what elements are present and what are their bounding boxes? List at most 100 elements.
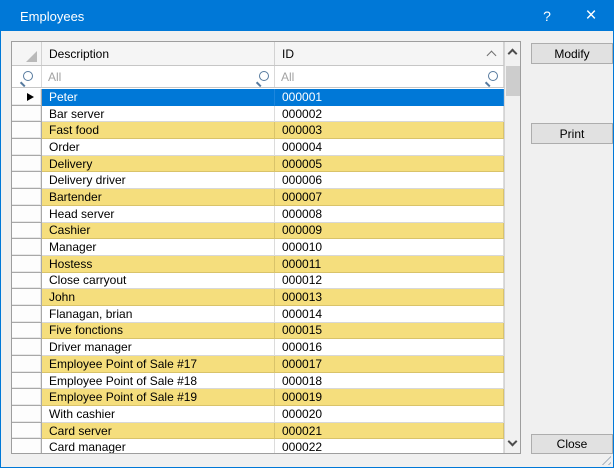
id-cell[interactable]: 000018 bbox=[275, 373, 504, 390]
scroll-down-icon[interactable] bbox=[508, 437, 518, 447]
table-row[interactable]: Order 000004 bbox=[12, 139, 504, 156]
table-row[interactable]: Cashier 000009 bbox=[12, 223, 504, 240]
row-selector[interactable] bbox=[12, 106, 42, 123]
description-cell[interactable]: Flanagan, brian bbox=[42, 306, 275, 323]
id-cell[interactable]: 000005 bbox=[275, 156, 504, 173]
table-row[interactable]: Driver manager 000016 bbox=[12, 339, 504, 356]
table-row[interactable]: Hostess 000011 bbox=[12, 256, 504, 273]
row-selector[interactable] bbox=[12, 156, 42, 173]
description-cell[interactable]: Delivery bbox=[42, 156, 275, 173]
description-cell[interactable]: Employee Point of Sale #17 bbox=[42, 356, 275, 373]
description-cell[interactable]: Five fonctions bbox=[42, 323, 275, 340]
row-selector[interactable] bbox=[12, 389, 42, 406]
row-selector[interactable] bbox=[12, 189, 42, 206]
table-row[interactable]: Delivery driver 000006 bbox=[12, 172, 504, 189]
close-button[interactable]: Close bbox=[531, 434, 613, 454]
id-cell[interactable]: 000001 bbox=[275, 89, 504, 106]
scrollbar-thumb[interactable] bbox=[506, 66, 520, 96]
description-cell[interactable]: Fast food bbox=[42, 122, 275, 139]
description-cell[interactable]: Card server bbox=[42, 423, 275, 440]
description-filter-input[interactable]: All bbox=[42, 66, 275, 87]
select-all-corner[interactable] bbox=[12, 42, 42, 65]
description-cell[interactable]: Order bbox=[42, 139, 275, 156]
table-row[interactable]: Bar server 000002 bbox=[12, 106, 504, 123]
id-cell[interactable]: 000010 bbox=[275, 239, 504, 256]
help-button[interactable]: ? bbox=[525, 1, 569, 31]
description-cell[interactable]: Driver manager bbox=[42, 339, 275, 356]
description-cell[interactable]: Close carryout bbox=[42, 273, 275, 290]
id-cell[interactable]: 000022 bbox=[275, 439, 504, 453]
id-cell[interactable]: 000021 bbox=[275, 423, 504, 440]
description-cell[interactable]: Bartender bbox=[42, 189, 275, 206]
table-row[interactable]: Fast food 000003 bbox=[12, 122, 504, 139]
description-cell[interactable]: Employee Point of Sale #19 bbox=[42, 389, 275, 406]
id-cell[interactable]: 000015 bbox=[275, 323, 504, 340]
id-cell[interactable]: 000016 bbox=[275, 339, 504, 356]
id-cell[interactable]: 000013 bbox=[275, 289, 504, 306]
row-selector[interactable] bbox=[12, 256, 42, 273]
row-selector[interactable] bbox=[12, 339, 42, 356]
row-selector[interactable] bbox=[12, 223, 42, 240]
row-selector[interactable] bbox=[12, 89, 42, 106]
row-selector[interactable] bbox=[12, 239, 42, 256]
description-cell[interactable]: Delivery driver bbox=[42, 172, 275, 189]
filter-selector-cell[interactable] bbox=[12, 66, 42, 87]
description-cell[interactable]: Head server bbox=[42, 206, 275, 223]
row-selector[interactable] bbox=[12, 356, 42, 373]
description-cell[interactable]: Hostess bbox=[42, 256, 275, 273]
row-selector[interactable] bbox=[12, 306, 42, 323]
table-row[interactable]: Bartender 000007 bbox=[12, 189, 504, 206]
description-cell[interactable]: With cashier bbox=[42, 406, 275, 423]
id-filter-input[interactable]: All bbox=[275, 66, 504, 87]
id-cell[interactable]: 000009 bbox=[275, 223, 504, 240]
row-selector[interactable] bbox=[12, 373, 42, 390]
row-selector[interactable] bbox=[12, 423, 42, 440]
description-cell[interactable]: Employee Point of Sale #18 bbox=[42, 373, 275, 390]
id-cell[interactable]: 000011 bbox=[275, 256, 504, 273]
id-cell[interactable]: 000007 bbox=[275, 189, 504, 206]
table-row[interactable]: Five fonctions 000015 bbox=[12, 323, 504, 340]
row-selector[interactable] bbox=[12, 139, 42, 156]
scroll-up-icon[interactable] bbox=[508, 49, 518, 59]
table-row[interactable]: Card server 000021 bbox=[12, 423, 504, 440]
row-selector[interactable] bbox=[12, 273, 42, 290]
table-row[interactable]: With cashier 000020 bbox=[12, 406, 504, 423]
table-row[interactable]: Flanagan, brian 000014 bbox=[12, 306, 504, 323]
window-close-button[interactable]: × bbox=[569, 1, 613, 31]
modify-button[interactable]: Modify bbox=[531, 43, 613, 64]
row-selector[interactable] bbox=[12, 439, 42, 453]
table-row[interactable]: Employee Point of Sale #19 000019 bbox=[12, 389, 504, 406]
id-cell[interactable]: 000020 bbox=[275, 406, 504, 423]
description-cell[interactable]: Cashier bbox=[42, 223, 275, 240]
row-selector[interactable] bbox=[12, 406, 42, 423]
description-cell[interactable]: Bar server bbox=[42, 106, 275, 123]
table-row[interactable]: Peter 000001 bbox=[12, 89, 504, 106]
row-selector[interactable] bbox=[12, 206, 42, 223]
table-row[interactable]: Employee Point of Sale #18 000018 bbox=[12, 373, 504, 390]
column-header-id[interactable]: ID bbox=[275, 42, 504, 65]
table-row[interactable]: Employee Point of Sale #17 000017 bbox=[12, 356, 504, 373]
id-cell[interactable]: 000014 bbox=[275, 306, 504, 323]
description-cell[interactable]: Card manager bbox=[42, 439, 275, 453]
table-row[interactable]: John 000013 bbox=[12, 289, 504, 306]
id-cell[interactable]: 000002 bbox=[275, 106, 504, 123]
id-cell[interactable]: 000012 bbox=[275, 273, 504, 290]
table-row[interactable]: Head server 000008 bbox=[12, 206, 504, 223]
description-cell[interactable]: John bbox=[42, 289, 275, 306]
vertical-scrollbar[interactable] bbox=[504, 42, 520, 453]
table-row[interactable]: Close carryout 000012 bbox=[12, 273, 504, 290]
table-row[interactable]: Delivery 000005 bbox=[12, 156, 504, 173]
table-row[interactable]: Card manager 000022 bbox=[12, 439, 504, 453]
id-cell[interactable]: 000004 bbox=[275, 139, 504, 156]
id-cell[interactable]: 000006 bbox=[275, 172, 504, 189]
row-selector[interactable] bbox=[12, 323, 42, 340]
print-button[interactable]: Print bbox=[531, 123, 613, 144]
row-selector[interactable] bbox=[12, 289, 42, 306]
id-cell[interactable]: 000008 bbox=[275, 206, 504, 223]
row-selector[interactable] bbox=[12, 172, 42, 189]
id-cell[interactable]: 000003 bbox=[275, 122, 504, 139]
table-row[interactable]: Manager 000010 bbox=[12, 239, 504, 256]
column-header-description[interactable]: Description bbox=[42, 42, 275, 65]
description-cell[interactable]: Peter bbox=[42, 89, 275, 106]
id-cell[interactable]: 000017 bbox=[275, 356, 504, 373]
